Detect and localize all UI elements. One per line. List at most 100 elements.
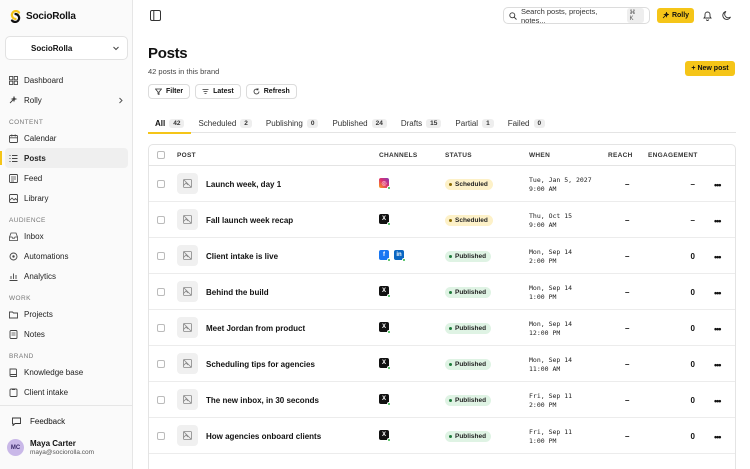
brand[interactable]: SocioRolla: [10, 10, 76, 23]
post-engagement: 0: [690, 288, 695, 297]
rolly-button[interactable]: Rolly: [657, 8, 694, 23]
sidebar-item-label: Notes: [24, 329, 45, 339]
post-name[interactable]: Meet Jordan from product: [206, 324, 305, 333]
tab-failed[interactable]: Failed 0: [501, 113, 552, 133]
toolbar: Filter Latest Refresh: [148, 84, 297, 99]
table-row[interactable]: The new inbox, in 30 seconds X Published Fr…: [149, 382, 735, 418]
select-all-checkbox[interactable]: [157, 151, 165, 159]
connected-dot-icon: [387, 366, 391, 370]
row-checkbox[interactable]: [157, 432, 165, 440]
row-checkbox[interactable]: [157, 324, 165, 332]
more-actions-icon[interactable]: •••: [714, 288, 724, 298]
more-actions-icon[interactable]: •••: [714, 180, 724, 190]
more-actions-icon[interactable]: •••: [714, 216, 724, 226]
x-channel-icon: X: [379, 286, 391, 298]
row-checkbox[interactable]: [157, 180, 165, 188]
sidebar-toggle-icon[interactable]: [150, 10, 161, 21]
filter-icon: [155, 88, 162, 95]
tab-drafts[interactable]: Drafts 15: [394, 113, 449, 133]
sidebar-item-rolly[interactable]: Rolly: [5, 90, 128, 110]
status-tabs: All 42 Scheduled 2 Publishing 0 Published 24…: [148, 113, 736, 134]
row-checkbox[interactable]: [157, 396, 165, 404]
status-badge: Published: [445, 395, 492, 406]
feedback-link[interactable]: Feedback: [5, 412, 128, 430]
image-placeholder-icon: [177, 173, 198, 194]
table-row[interactable]: Launch week, day 1 ◎ Scheduled Tue, Jan 5, …: [149, 166, 735, 202]
table-row[interactable]: Meet Jordan from product X Published Mon, S…: [149, 310, 735, 346]
sort-latest-button[interactable]: Latest: [195, 84, 241, 99]
more-actions-icon[interactable]: •••: [714, 252, 724, 262]
tab-count: 42: [169, 118, 185, 128]
tab-count: 1: [482, 118, 494, 128]
post-name[interactable]: Fall launch week recap: [206, 216, 293, 225]
sidebar-item-knowledge-base[interactable]: Knowledge base: [5, 362, 128, 382]
top-bar: Search posts, projects, notes... ⌘ K Rol…: [134, 0, 750, 31]
x-channel-icon: X: [379, 214, 391, 226]
table-row[interactable]: Scheduling tips for agencies X Published Mo…: [149, 346, 735, 382]
search-input[interactable]: Search posts, projects, notes... ⌘ K: [503, 7, 650, 25]
sidebar-item-inbox[interactable]: Inbox: [5, 226, 128, 246]
workspace-switcher[interactable]: SocioRolla: [5, 36, 128, 60]
filter-button[interactable]: Filter: [148, 84, 191, 99]
user-email: maya@sociorolla.com: [30, 449, 95, 456]
refresh-button[interactable]: Refresh: [245, 84, 297, 99]
sidebar-item-automations[interactable]: Automations: [5, 246, 128, 266]
new-post-button[interactable]: + New post: [685, 61, 735, 76]
rolly-icon: [9, 95, 18, 105]
post-reach: –: [625, 396, 630, 405]
chevron-down-icon: [113, 46, 119, 51]
post-name[interactable]: Launch week, day 1: [206, 180, 281, 189]
tab-scheduled[interactable]: Scheduled 2: [191, 113, 258, 133]
table-row[interactable]: Fall launch week recap X Scheduled Thu, Oct…: [149, 202, 735, 238]
row-checkbox[interactable]: [157, 360, 165, 368]
post-name[interactable]: Scheduling tips for agencies: [206, 360, 315, 369]
tab-published[interactable]: Published 24: [325, 113, 393, 133]
bell-icon[interactable]: [702, 10, 713, 21]
table-row[interactable]: How agencies onboard clients X Published Fr…: [149, 418, 735, 454]
grid-icon: [9, 75, 18, 85]
workspace-name: SocioRolla: [31, 43, 73, 53]
more-actions-icon[interactable]: •••: [714, 396, 724, 406]
tab-publishing[interactable]: Publishing 0: [259, 113, 326, 133]
section-label-audience: AUDIENCE: [9, 217, 46, 224]
sidebar-item-feed[interactable]: Feed: [5, 168, 128, 188]
post-name[interactable]: The new inbox, in 30 seconds: [206, 396, 319, 405]
post-name[interactable]: How agencies onboard clients: [206, 432, 321, 441]
more-actions-icon[interactable]: •••: [714, 432, 724, 442]
moon-icon[interactable]: [722, 10, 733, 21]
tab-label: Publishing: [265, 118, 303, 128]
posts-table: POST CHANNELS STATUS WHEN REACH ENGAGEME…: [148, 144, 736, 469]
sidebar-item-label: Rolly: [24, 95, 42, 105]
connected-dot-icon: [387, 222, 391, 226]
row-checkbox[interactable]: [157, 288, 165, 296]
more-actions-icon[interactable]: •••: [714, 360, 724, 370]
table-row[interactable]: Behind the build X Published Mon, Sep 14 1:…: [149, 274, 735, 310]
feed-icon: [9, 173, 18, 183]
post-name[interactable]: Behind the build: [206, 288, 269, 297]
more-actions-icon[interactable]: •••: [714, 324, 724, 334]
x-channel-icon: X: [379, 322, 391, 334]
post-reach: –: [625, 288, 630, 297]
connected-dot-icon: [387, 330, 391, 334]
sidebar-item-dashboard[interactable]: Dashboard: [5, 70, 128, 90]
sidebar-item-library[interactable]: Library: [5, 188, 128, 208]
status-label: Published: [455, 433, 487, 440]
tab-all[interactable]: All 42: [148, 113, 192, 134]
user-profile[interactable]: MC Maya Carter maya@sociorolla.com: [7, 439, 94, 456]
filter-label: Filter: [166, 88, 184, 95]
sidebar-item-client-intake[interactable]: Client intake: [5, 382, 128, 402]
post-name[interactable]: Client intake is live: [206, 252, 278, 261]
table-row[interactable]: Client intake is live f in Published Mon, Se…: [149, 238, 735, 274]
tab-label: Failed: [507, 118, 530, 128]
sidebar-item-notes[interactable]: Notes: [5, 324, 128, 344]
post-engagement: –: [690, 180, 695, 189]
library-icon: [9, 193, 18, 203]
sidebar-item-posts[interactable]: Posts: [0, 148, 128, 168]
row-checkbox[interactable]: [157, 252, 165, 260]
tab-partial[interactable]: Partial 1: [448, 113, 500, 133]
sidebar-item-projects[interactable]: Projects: [5, 304, 128, 324]
sidebar-item-analytics[interactable]: Analytics: [5, 266, 128, 286]
sidebar-item-calendar[interactable]: Calendar: [5, 128, 128, 148]
x-channel-icon: X: [379, 430, 391, 442]
row-checkbox[interactable]: [157, 216, 165, 224]
